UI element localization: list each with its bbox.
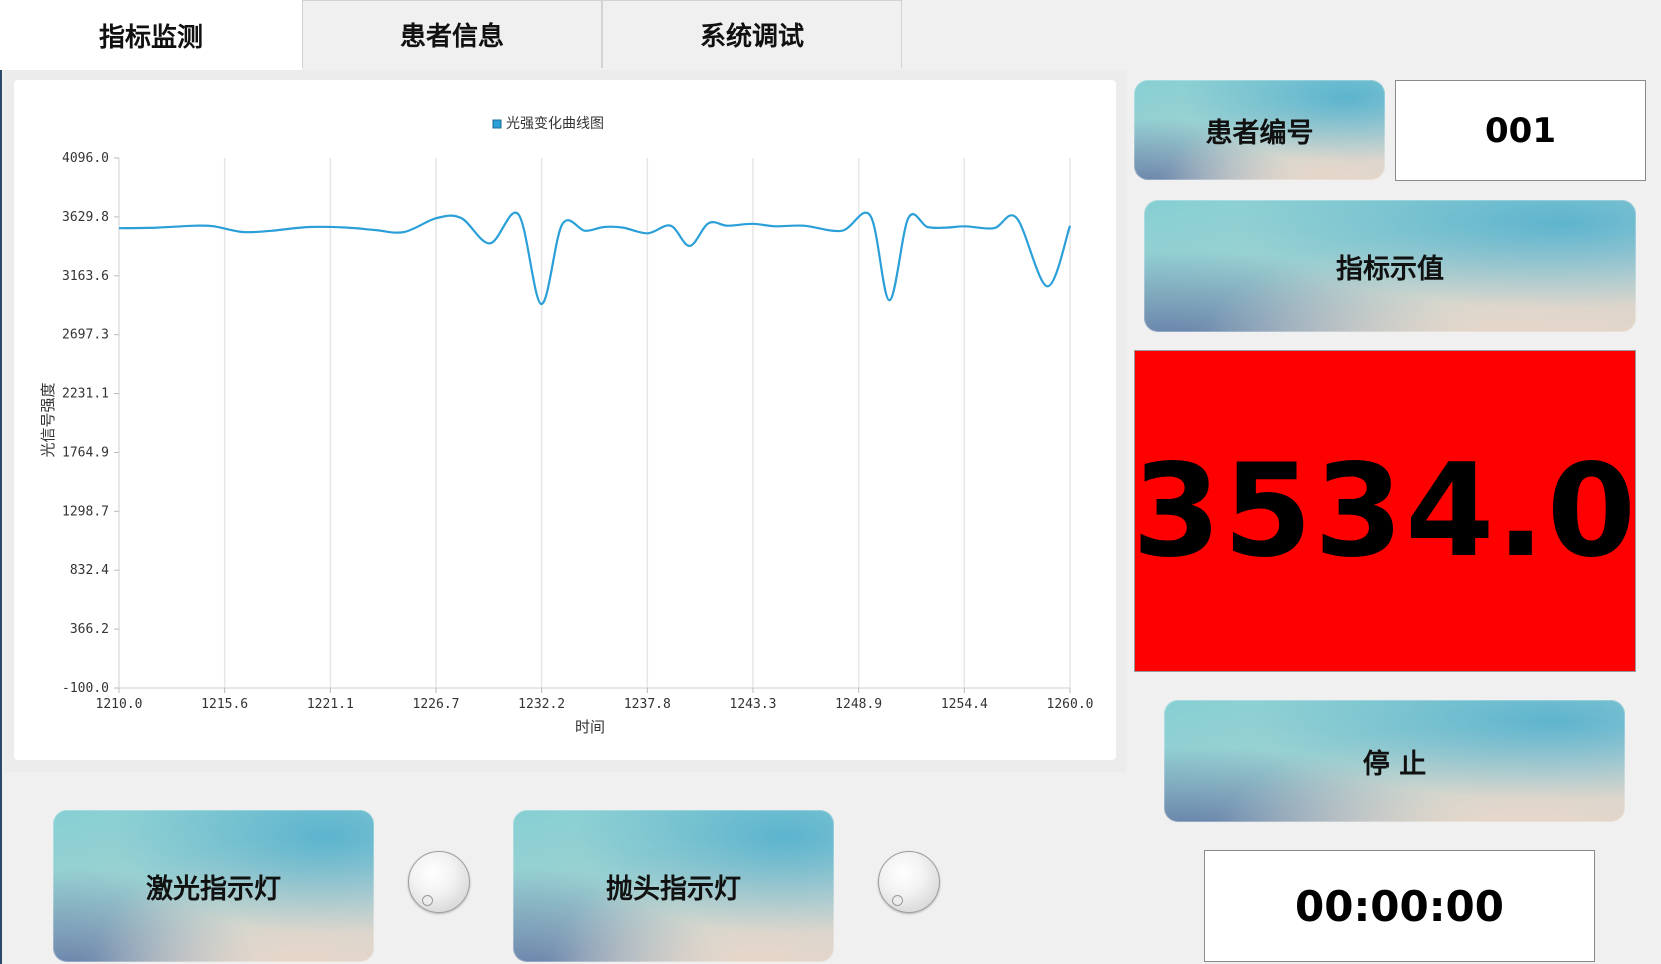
probe-indicator-label: 抛头指示灯 [606,873,741,905]
indicator-value-display: 3534.0 [1132,350,1638,672]
laser-indicator-label: 激光指示灯 [146,873,281,905]
indicator-value-label: 指标示值 [1144,200,1636,332]
y-tick-label: 3629.8 [62,210,109,225]
stop-button[interactable]: 停 止 [1164,700,1625,822]
y-tick-label: -100.0 [62,681,109,696]
probe-indicator-light [878,851,940,913]
patient-id-value: 001 [1485,110,1556,151]
tab-bar: 指标监测 患者信息 系统调试 [0,0,1661,70]
y-tick-label: 1298.7 [62,504,109,519]
y-tick-label: 2697.3 [62,328,109,343]
probe-indicator-button[interactable]: 抛头指示灯 [513,810,834,962]
tab-indicator-monitoring[interactable]: 指标监测 [0,0,302,70]
stop-button-label: 停 止 [1362,748,1427,780]
y-tick-label: 366.2 [70,622,109,637]
indicator-value-label-text: 指标示值 [1336,253,1444,285]
patient-id-label: 患者编号 [1134,80,1385,180]
x-axis-label: 时间 [575,718,605,736]
patient-id-field[interactable]: 001 [1395,80,1646,181]
series-line [118,211,1072,306]
indicator-value: 3534.0 [1132,436,1638,586]
probe-indicator-light-dot [892,895,903,906]
x-tick-label: 1237.8 [624,697,671,712]
chart-container: 4096.0 3629.8 3163.6 2697.3 2231.1 1764.9 1298… [14,80,1116,760]
x-tick-label: 1215.6 [201,697,248,712]
x-tick-label: 1232.2 [518,697,565,712]
x-tick-label: 1243.3 [730,697,777,712]
y-tick-label: 4096.0 [62,151,109,166]
x-tick-label: 1260.0 [1047,697,1094,712]
window-left-edge [0,0,2,964]
laser-indicator-light-dot [422,895,433,906]
x-tick-label: 1248.9 [835,697,882,712]
timer-display: 00:00:00 [1204,850,1595,962]
timer-value: 00:00:00 [1295,881,1504,931]
tab-patient-info[interactable]: 患者信息 [302,0,602,68]
y-axis-label: 光信号强度 [39,382,57,457]
chart-legend: 光强变化曲线图 [492,116,604,132]
y-tick-label: 3163.6 [62,269,109,284]
tab-system-debug[interactable]: 系统调试 [602,0,902,68]
y-tick-label: 2231.1 [62,387,109,402]
patient-id-label-text: 患者编号 [1205,117,1314,149]
x-tick-label: 1210.0 [96,697,143,712]
x-tick-label: 1254.4 [941,697,988,712]
light-intensity-chart: 4096.0 3629.8 3163.6 2697.3 2231.1 1764.9 1298… [39,116,1094,736]
x-tick-label: 1226.7 [413,697,460,712]
x-tick-label: 1221.1 [307,697,354,712]
y-tick-label: 832.4 [70,563,109,578]
laser-indicator-button[interactable]: 激光指示灯 [53,810,374,962]
y-tick-label: 1764.9 [62,445,109,460]
legend-label: 光强变化曲线图 [506,116,604,132]
laser-indicator-light [408,851,470,913]
legend-swatch [492,119,502,129]
